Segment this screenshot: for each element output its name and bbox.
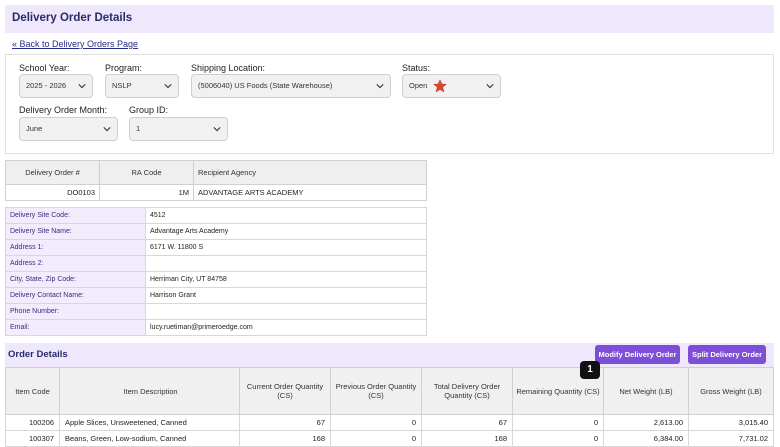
item-code-cell: 100307	[5, 430, 60, 447]
item-description-cell: Apple Slices, Unsweetened, Canned	[59, 414, 240, 431]
delivery-site-table: Delivery Site Code: 4512 Delivery Site Na…	[5, 207, 427, 336]
site-info-label: City, State, Zip Code:	[5, 271, 146, 288]
group-id-label: Group ID:	[129, 105, 169, 115]
order-header-row: Item Code Item Description Current Order…	[5, 367, 774, 415]
site-info-row: Phone Number:	[5, 303, 427, 320]
shipping-location-select[interactable]: (5006040) US Foods (State Warehouse)	[191, 74, 391, 98]
status-select[interactable]: Open	[402, 74, 501, 98]
site-info-label: Delivery Site Name:	[5, 223, 146, 240]
site-info-value	[145, 255, 427, 272]
item-code-header: Item Code	[5, 367, 60, 415]
school-year-label: School Year:	[19, 63, 70, 73]
site-info-row: Delivery Site Name: Advantage Arts Academ…	[5, 223, 427, 240]
remaining-quantity-cell: 0	[512, 430, 604, 447]
site-info-value: Advantage Arts Academy	[145, 223, 427, 240]
step-number-badge: 1	[580, 361, 600, 379]
site-info-value: Herriman City, UT 84758	[145, 271, 427, 288]
status-label: Status:	[402, 63, 431, 73]
recipient-agency-table: Delivery Order # RA Code Recipient Agenc…	[5, 160, 427, 201]
group-id-select[interactable]: 1	[129, 117, 228, 141]
site-info-row: Email: lucy.ruetiman@primeroedge.com	[5, 319, 427, 336]
shipping-location-value: (5006040) US Foods (State Warehouse)	[198, 81, 333, 90]
chevron-down-icon	[376, 84, 384, 89]
site-info-label: Email:	[5, 319, 146, 336]
ra-code-header: RA Code	[99, 160, 194, 185]
site-info-row: Delivery Site Code: 4512	[5, 207, 427, 224]
net-weight-cell: 6,384.00	[603, 430, 689, 447]
shipping-location-label: Shipping Location:	[191, 63, 266, 73]
item-description-header: Item Description	[59, 367, 240, 415]
site-info-value: Harrison Grant	[145, 287, 427, 304]
total-delivery-order-quantity-header: Total Delivery Order Quantity (CS)	[421, 367, 513, 415]
delivery-order-number-cell: DO0103	[5, 184, 100, 201]
chevron-down-icon	[213, 127, 221, 132]
gross-weight-cell: 7,731.02	[688, 430, 774, 447]
order-details-table: Item Code Item Description Current Order…	[5, 367, 774, 447]
gross-weight-cell: 3,015.40	[688, 414, 774, 431]
group-id-value: 1	[136, 124, 141, 133]
site-info-value: lucy.ruetiman@primeroedge.com	[145, 319, 427, 336]
status-value: Open	[409, 81, 428, 90]
gross-weight-header: Gross Weight (LB)	[688, 367, 774, 415]
remaining-quantity-cell: 0	[512, 414, 604, 431]
chevron-down-icon	[103, 127, 111, 132]
site-info-row: City, State, Zip Code: Herriman City, UT …	[5, 271, 427, 288]
site-info-label: Address 2:	[5, 255, 146, 272]
page-title: Delivery Order Details	[12, 12, 133, 24]
chevron-down-icon	[164, 84, 172, 89]
current-order-quantity-cell: 168	[239, 430, 331, 447]
recipient-agency-header: Recipient Agency	[193, 160, 427, 185]
total-delivery-order-quantity-cell: 168	[421, 430, 513, 447]
recipient-agency-cell: ADVANTAGE ARTS ACADEMY	[193, 184, 427, 201]
delivery-order-month-select[interactable]: June	[19, 117, 118, 141]
net-weight-header: Net Weight (LB)	[603, 367, 689, 415]
total-delivery-order-quantity-cell: 67	[421, 414, 513, 431]
current-order-quantity-cell: 67	[239, 414, 331, 431]
previous-order-quantity-cell: 0	[330, 414, 422, 431]
split-delivery-order-button[interactable]: Split Delivery Order	[688, 345, 766, 364]
site-info-label: Phone Number:	[5, 303, 146, 320]
site-info-row: Address 1: 6171 W. 11800 S	[5, 239, 427, 256]
back-to-delivery-orders-link[interactable]: « Back to Delivery Orders Page	[12, 39, 138, 49]
site-info-value: 4512	[145, 207, 427, 224]
previous-order-quantity-cell: 0	[330, 430, 422, 447]
site-info-label: Address 1:	[5, 239, 146, 256]
delivery-order-month-value: June	[26, 124, 43, 133]
site-info-row: Delivery Contact Name: Harrison Grant	[5, 287, 427, 304]
delivery-order-month-label: Delivery Order Month:	[19, 105, 108, 115]
modify-delivery-order-button[interactable]: Modify Delivery Order	[595, 345, 680, 364]
net-weight-cell: 2,613.00	[603, 414, 689, 431]
ra-code-cell: 1M	[99, 184, 194, 201]
star-icon	[433, 79, 447, 93]
school-year-value: 2025 - 2026	[26, 81, 67, 90]
site-info-value: 6171 W. 11800 S	[145, 239, 427, 256]
program-value: NSLP	[112, 81, 132, 90]
delivery-order-number-header: Delivery Order #	[5, 160, 100, 185]
item-code-cell: 100206	[5, 414, 60, 431]
program-label: Program:	[105, 63, 143, 73]
table-row: 100206 Apple Slices, Unsweetened, Canned…	[5, 414, 774, 431]
site-info-label: Delivery Site Code:	[5, 207, 146, 224]
previous-order-quantity-header: Previous Order Quantity (CS)	[330, 367, 422, 415]
site-info-value	[145, 303, 427, 320]
chevron-down-icon	[78, 84, 86, 89]
site-info-row: Address 2:	[5, 255, 427, 272]
school-year-select[interactable]: 2025 - 2026	[19, 74, 93, 98]
table-row: 100307 Beans, Green, Low-sodium, Canned …	[5, 430, 774, 447]
order-details-title: Order Details	[8, 349, 68, 360]
site-info-label: Delivery Contact Name:	[5, 287, 146, 304]
program-select[interactable]: NSLP	[105, 74, 179, 98]
current-order-quantity-header: Current Order Quantity (CS)	[239, 367, 331, 415]
item-description-cell: Beans, Green, Low-sodium, Canned	[59, 430, 240, 447]
chevron-down-icon	[486, 84, 494, 89]
